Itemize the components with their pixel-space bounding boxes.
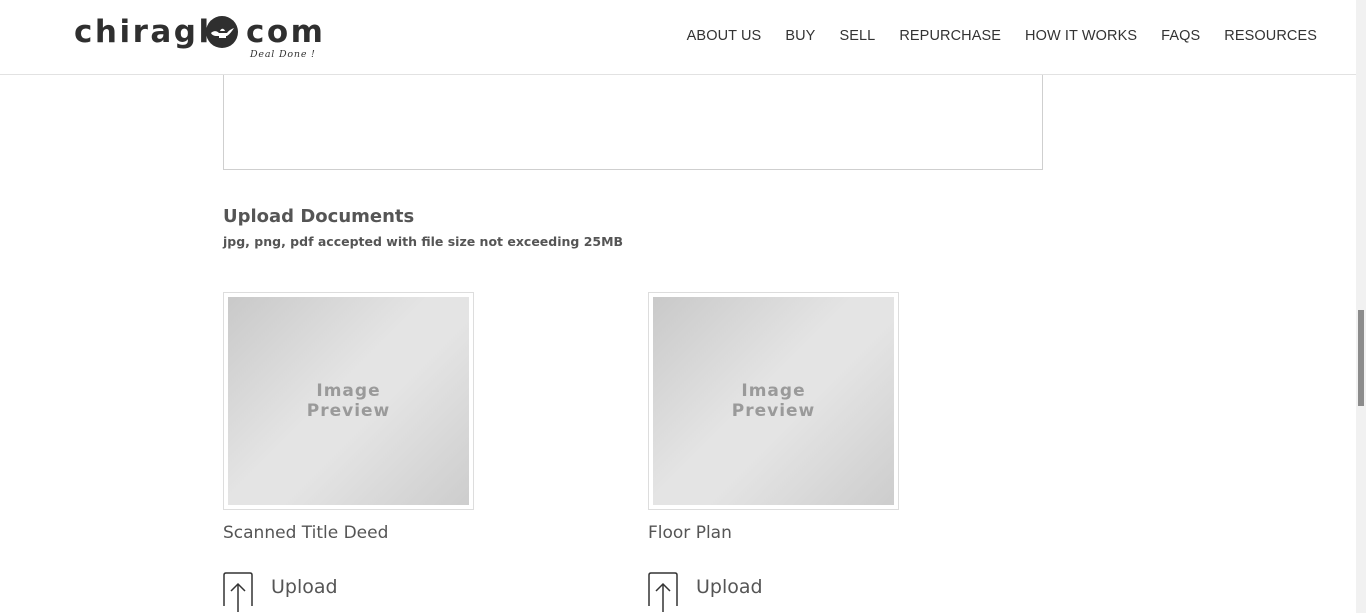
lamp-icon: [206, 16, 238, 48]
image-preview-placeholder: Image Preview: [653, 297, 894, 505]
image-preview-text: Image Preview: [731, 381, 816, 421]
description-textarea[interactable]: [223, 60, 1043, 170]
document-card-floor-plan: Image Preview Floor Plan Upload: [648, 292, 900, 612]
nav-faqs[interactable]: FAQS: [1161, 28, 1200, 44]
nav-resources[interactable]: RESOURCES: [1224, 28, 1317, 44]
logo-tagline: Deal Done !: [250, 49, 316, 60]
nav-how-it-works[interactable]: HOW IT WORKS: [1025, 28, 1137, 44]
nav-buy[interactable]: BUY: [785, 28, 815, 44]
upload-arrow-icon: [223, 572, 253, 612]
nav-repurchase[interactable]: REPURCHASE: [899, 28, 1001, 44]
nav-sell[interactable]: SELL: [839, 28, 875, 44]
main-nav: ABOUT US BUY SELL REPURCHASE HOW IT WORK…: [663, 28, 1317, 44]
chiragh-logo[interactable]: chiragh com Deal Done !: [74, 12, 324, 64]
site-header: chiragh com Deal Done ! ABOUT US BUY SEL…: [0, 0, 1356, 75]
document-label: Scanned Title Deed: [223, 523, 389, 543]
upload-arrow-icon: [648, 572, 678, 612]
image-preview-frame: Image Preview: [648, 292, 899, 510]
page-scrollbar[interactable]: [1356, 0, 1366, 613]
upload-documents-subtitle: jpg, png, pdf accepted with file size no…: [223, 234, 624, 249]
image-preview-placeholder: Image Preview: [228, 297, 469, 505]
image-preview-frame: Image Preview: [223, 292, 474, 510]
logo-text-right: com: [246, 14, 326, 50]
document-card-title-deed: Image Preview Scanned Title Deed Upload: [223, 292, 475, 612]
upload-button-label: Upload: [271, 576, 338, 598]
upload-button-title-deed[interactable]: Upload: [223, 572, 338, 612]
document-label: Floor Plan: [648, 523, 732, 543]
scrollbar-thumb[interactable]: [1358, 310, 1364, 406]
upload-button-floor-plan[interactable]: Upload: [648, 572, 763, 612]
nav-about-us[interactable]: ABOUT US: [687, 28, 762, 44]
upload-documents-title: Upload Documents: [223, 206, 415, 227]
upload-button-label: Upload: [696, 576, 763, 598]
image-preview-text: Image Preview: [306, 381, 391, 421]
logo-text-left: chiragh: [74, 14, 224, 50]
